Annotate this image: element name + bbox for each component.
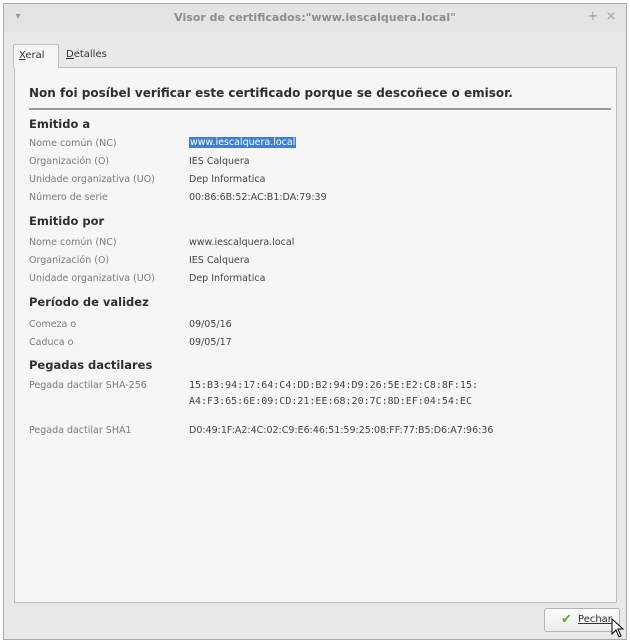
title-bar[interactable]: ▾ Visor de certificados:"www.iescalquera… [4, 4, 626, 32]
sha256-label: Pegada dactilar SHA-256 [29, 380, 147, 391]
issued-by-org-label: Organización (O) [29, 255, 110, 266]
issued-by-heading: Emitido por [29, 214, 105, 228]
issued-to-cn-label: Nome común (NC) [29, 138, 117, 149]
tab-details-label: etalles [73, 49, 107, 60]
button-bar: ✔ Pechar [4, 601, 626, 639]
issued-to-org-value[interactable]: IES Calquera [189, 156, 250, 167]
issued-to-heading: Emitido a [29, 117, 91, 131]
tab-general[interactable]: Xeral [13, 44, 59, 68]
issued-by-cn-value[interactable]: www.iescalquera.local [189, 237, 294, 248]
check-icon: ✔ [561, 612, 572, 627]
close-window-icon[interactable]: × [604, 10, 618, 24]
serial-number-value[interactable]: 00:86:6B:52:AC:B1:DA:79:39 [189, 192, 327, 203]
expires-on-label: Caduca o [29, 337, 74, 348]
verification-warning: Non foi posíbel verificar este certifica… [29, 86, 513, 100]
close-button-label: Pechar [578, 614, 612, 625]
close-button[interactable]: ✔ Pechar [544, 608, 620, 632]
window-title: Visor de certificados:"www.iescalquera.l… [174, 11, 456, 24]
sha1-value[interactable]: D0:49:1F:A2:4C:02:C9:E6:46:51:59:25:08:F… [189, 425, 493, 436]
begins-on-label: Comeza o [29, 319, 77, 330]
tab-details-mnemonic: D [66, 49, 74, 60]
mouse-pointer-icon [611, 618, 625, 638]
serial-number-label: Número de serie [29, 192, 108, 203]
certificate-viewer-window: ▾ Visor de certificados:"www.iescalquera… [3, 3, 627, 640]
divider [29, 108, 611, 111]
validity-heading: Período de validez [29, 295, 149, 309]
issued-to-org-label: Organización (O) [29, 156, 110, 167]
expires-on-value[interactable]: 09/05/17 [189, 337, 232, 348]
tab-details[interactable]: Detalles [61, 44, 117, 68]
tab-general-label: eral [25, 50, 45, 61]
maximize-icon[interactable]: + [586, 10, 600, 24]
issued-by-org-value[interactable]: IES Calquera [189, 255, 250, 266]
issued-to-cn-value[interactable]: www.iescalquera.local [189, 137, 297, 148]
sha1-label: Pegada dactilar SHA1 [29, 425, 132, 436]
fingerprints-heading: Pegadas dactilares [29, 358, 153, 372]
issued-by-ou-label: Unidade organizativa (UO) [29, 273, 155, 284]
general-panel: Non foi posíbel verificar este certifica… [14, 67, 617, 603]
begins-on-value[interactable]: 09/05/16 [189, 319, 232, 330]
sha256-value-line2[interactable]: A4:F3:65:6E:09:CD:21:EE:68:20:7C:8D:EF:0… [189, 394, 472, 409]
issued-by-cn-label: Nome común (NC) [29, 237, 117, 248]
issued-by-ou-value[interactable]: Dep Informatica [189, 273, 265, 284]
issued-to-ou-label: Unidade organizativa (UO) [29, 174, 155, 185]
sha256-value-line1[interactable]: 15:B3:94:17:64:C4:DD:B2:94:D9:26:5E:E2:C… [189, 378, 478, 393]
issued-to-ou-value[interactable]: Dep Informatica [189, 174, 265, 185]
